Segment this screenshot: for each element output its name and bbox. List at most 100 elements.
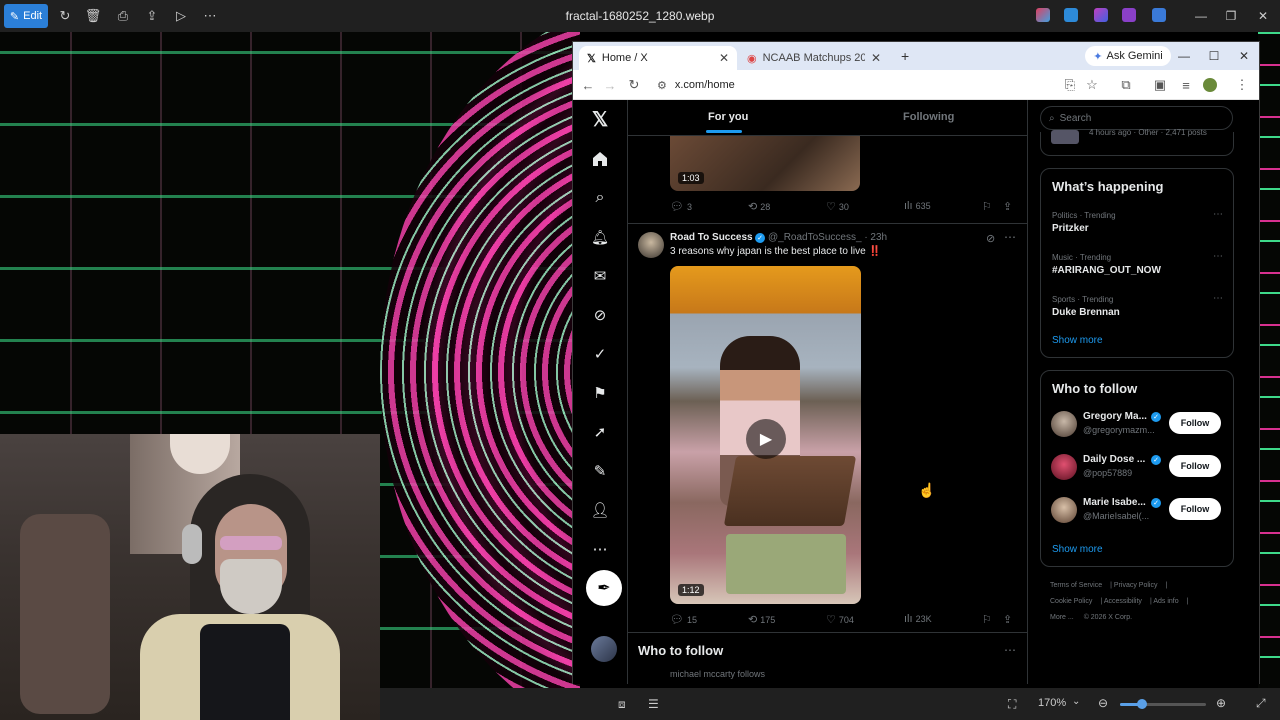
zoom-out-icon[interactable]: ⊖ bbox=[1098, 696, 1108, 710]
like-button[interactable]: ♡ 704 bbox=[826, 613, 854, 626]
app-icon[interactable] bbox=[1064, 8, 1078, 22]
avatar[interactable] bbox=[638, 232, 664, 258]
follow-suggestion[interactable]: Daily Dose ... ✓ @pop57889 Follow bbox=[1051, 452, 1226, 482]
bookmark-star-icon[interactable]: ☆ bbox=[1083, 76, 1101, 94]
app-icon[interactable] bbox=[1094, 8, 1108, 22]
more-icon[interactable]: ⋯ bbox=[1213, 209, 1223, 220]
x-logo-icon[interactable]: 𝕏 bbox=[587, 106, 613, 132]
more-icon[interactable]: ⋯ bbox=[1004, 643, 1016, 657]
footer-link[interactable]: Accessibility bbox=[1104, 598, 1142, 605]
sidebar-icon[interactable]: ▣ bbox=[1151, 76, 1169, 94]
zoom-in-icon[interactable]: ⊕ bbox=[1216, 696, 1226, 710]
more-icon[interactable]: ⋯ bbox=[1004, 230, 1016, 244]
menu-icon[interactable]: ⋮ bbox=[1233, 76, 1251, 94]
install-app-icon[interactable]: ⎘ bbox=[1061, 76, 1079, 94]
follow-button[interactable]: Follow bbox=[1169, 412, 1221, 434]
follow-button[interactable]: Follow bbox=[1169, 498, 1221, 520]
follow-suggestion[interactable]: Gregory Ma... ✓ @gregorymazm... Follow bbox=[1051, 409, 1226, 439]
grok-icon[interactable]: ⊘ bbox=[587, 302, 613, 328]
chevron-down-icon[interactable]: ⌄ bbox=[1072, 696, 1080, 707]
tab-ncaab[interactable]: ◉ NCAAB Matchups 2025-2026 ✕ bbox=[739, 46, 889, 70]
footer-link[interactable]: Terms of Service bbox=[1050, 582, 1102, 589]
close-icon[interactable]: ✕ bbox=[1248, 6, 1278, 26]
search-input[interactable]: ⌕ Search bbox=[1040, 106, 1233, 130]
share-icon[interactable]: ⇪ bbox=[1003, 613, 1012, 626]
repost-button[interactable]: ⟲ 28 bbox=[748, 200, 770, 213]
tab-following[interactable]: Following bbox=[903, 111, 954, 123]
messages-envelope-icon[interactable]: ✉ bbox=[587, 263, 613, 289]
edit-button[interactable]: ✎ Edit bbox=[4, 4, 48, 28]
more-icon[interactable]: ⋯ bbox=[1213, 293, 1223, 304]
back-icon[interactable]: ← bbox=[579, 76, 597, 94]
bookmarks-icon[interactable]: ⚑ bbox=[587, 380, 613, 406]
post-video[interactable]: ▶ 1:12 bbox=[670, 266, 861, 604]
info-icon[interactable]: ☰ bbox=[648, 697, 659, 711]
avatar[interactable] bbox=[591, 636, 617, 662]
footer-link[interactable]: Privacy Policy bbox=[1114, 582, 1158, 589]
previous-post-video[interactable]: 1:03 bbox=[670, 136, 860, 191]
ask-gemini-button[interactable]: ✦ Ask Gemini bbox=[1085, 46, 1171, 66]
trend-item[interactable]: Music · Trending #ARIRANG_OUT_NOW bbox=[1052, 253, 1161, 276]
post[interactable]: Road To Success ✓ @_RoadToSuccess_ · 23h… bbox=[628, 223, 1028, 633]
forward-icon[interactable]: → bbox=[601, 76, 619, 94]
bookmark-icon[interactable]: ⚐ bbox=[982, 613, 992, 626]
filmstrip-icon[interactable]: ⧈ bbox=[618, 697, 626, 712]
minimize-icon[interactable]: — bbox=[1171, 47, 1197, 65]
views-button[interactable]: ılı 23K bbox=[904, 613, 932, 625]
news-card[interactable]: 4 hours ago · Other · 2,471 posts bbox=[1040, 128, 1234, 156]
explore-search-icon[interactable]: ⌕ bbox=[587, 185, 613, 211]
views-button[interactable]: ılı 635 bbox=[904, 200, 931, 212]
rocket-icon[interactable]: ➚ bbox=[587, 419, 613, 445]
new-tab-icon[interactable]: + bbox=[901, 48, 909, 64]
close-tab-icon[interactable]: ✕ bbox=[871, 51, 881, 65]
print-icon[interactable]: ⎙ bbox=[112, 6, 134, 26]
close-icon[interactable]: ✕ bbox=[1231, 47, 1257, 65]
app-icon[interactable] bbox=[1152, 8, 1166, 22]
fit-icon[interactable]: ⛶ bbox=[1008, 697, 1016, 712]
reading-list-icon[interactable]: ≡ bbox=[1177, 76, 1195, 94]
suggestion-name[interactable]: Gregory Ma... bbox=[1083, 411, 1147, 422]
maximize-icon[interactable]: ❐ bbox=[1216, 6, 1246, 26]
suggestion-name[interactable]: Daily Dose ... bbox=[1083, 454, 1145, 465]
reload-icon[interactable]: ↻ bbox=[625, 76, 643, 94]
profile-icon[interactable]: 👤︎ bbox=[587, 497, 613, 523]
share-icon[interactable]: ⇪ bbox=[1003, 200, 1012, 213]
bookmark-icon[interactable]: ⚐ bbox=[982, 200, 992, 213]
app-icon[interactable] bbox=[1036, 8, 1050, 22]
premium-icon[interactable]: ✎ bbox=[587, 458, 613, 484]
repost-button[interactable]: ⟲ 175 bbox=[748, 613, 775, 626]
rotate-icon[interactable]: ↻ bbox=[54, 6, 76, 26]
tab-home-x[interactable]: 𝕏 Home / X ✕ bbox=[579, 46, 737, 70]
extensions-icon[interactable]: ⧉ bbox=[1117, 76, 1135, 94]
follow-button[interactable]: Follow bbox=[1169, 455, 1221, 477]
expand-icon[interactable]: ⤢ bbox=[1256, 696, 1266, 711]
compose-post-button[interactable]: ✒ bbox=[586, 570, 622, 606]
reply-button[interactable]: 💬︎ 3 bbox=[670, 200, 692, 213]
more-icon[interactable]: ⋯ bbox=[199, 6, 221, 26]
footer-link[interactable]: Cookie Policy bbox=[1050, 598, 1092, 605]
maximize-icon[interactable]: ☐ bbox=[1201, 47, 1227, 65]
address-bar[interactable]: ⚙ x.com/home bbox=[651, 74, 1121, 96]
footer-link[interactable]: More ... bbox=[1050, 614, 1074, 621]
trend-item[interactable]: Politics · Trending Pritzker bbox=[1052, 211, 1116, 234]
notifications-bell-icon[interactable]: 🔔︎ bbox=[587, 224, 613, 250]
show-more-link[interactable]: Show more bbox=[1052, 544, 1103, 555]
avatar[interactable] bbox=[1051, 411, 1077, 437]
site-info-icon[interactable]: ⚙ bbox=[657, 79, 667, 92]
like-button[interactable]: ♡ 30 bbox=[826, 200, 849, 213]
post-handle[interactable]: @_RoadToSuccess_ · 23h bbox=[768, 232, 887, 243]
grok-icon[interactable]: ⊘ bbox=[986, 232, 995, 245]
suggestion-name[interactable]: Marie Isabe... bbox=[1083, 497, 1146, 508]
show-more-link[interactable]: Show more bbox=[1052, 335, 1103, 346]
play-icon[interactable]: ▶ bbox=[746, 419, 786, 459]
footer-link[interactable]: Ads info bbox=[1153, 598, 1178, 605]
delete-icon[interactable]: 🗑 bbox=[82, 6, 104, 26]
profile-avatar[interactable] bbox=[1203, 78, 1217, 92]
follow-suggestion[interactable]: Marie Isabe... ✓ @MarieIsabel(... Follow bbox=[1051, 495, 1226, 525]
minimize-icon[interactable]: — bbox=[1186, 6, 1216, 26]
slideshow-icon[interactable]: ▷ bbox=[170, 6, 192, 26]
app-icon[interactable] bbox=[1122, 8, 1136, 22]
post-author[interactable]: Road To Success bbox=[670, 232, 753, 243]
close-tab-icon[interactable]: ✕ bbox=[719, 51, 729, 65]
verified-icon[interactable]: ✓ bbox=[587, 341, 613, 367]
